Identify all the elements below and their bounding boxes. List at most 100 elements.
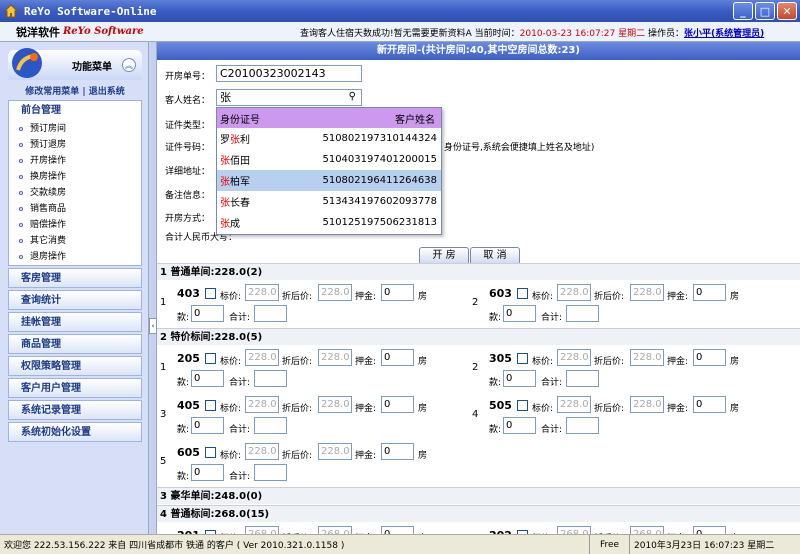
room-select-checkbox[interactable]	[517, 353, 528, 364]
front-desk-header[interactable]: 前台管理	[9, 101, 141, 121]
sidebar-group-credit[interactable]: 挂帐管理	[8, 312, 142, 332]
menu-item[interactable]: 赔偿操作	[9, 217, 141, 233]
window-title: ReYo Software-Online	[24, 4, 157, 18]
title-bar: ReYo Software-Online _ □ ✕	[0, 0, 800, 22]
operator-name[interactable]: 张小平(系统管理员)	[684, 29, 764, 39]
discount-input[interactable]: 228.0	[630, 396, 664, 413]
order-number-field[interactable]: C20100323002143	[216, 65, 362, 82]
room-fee-input[interactable]: 0	[503, 305, 536, 322]
price-input[interactable]: 228.0	[557, 349, 591, 366]
total-input[interactable]	[254, 370, 287, 387]
price-input[interactable]: 268.0	[245, 526, 279, 534]
collapse-handle-icon[interactable]: ‹	[149, 318, 157, 334]
room-fee-input[interactable]: 0	[503, 370, 536, 387]
menu-item[interactable]: 开房操作	[9, 153, 141, 169]
sidebar-group-logs[interactable]: 系统记录管理	[8, 400, 142, 420]
suggestion-row[interactable]: 张长春 513434197602093778	[217, 191, 441, 212]
deposit-input[interactable]: 0	[381, 396, 414, 413]
discount-input[interactable]: 228.0	[318, 349, 352, 366]
room-fee-input[interactable]: 0	[503, 417, 536, 434]
minimize-button[interactable]: _	[733, 2, 753, 20]
total-input[interactable]	[254, 305, 287, 322]
total-input[interactable]	[254, 464, 287, 481]
discount-input[interactable]: 228.0	[630, 349, 664, 366]
logout-link[interactable]: 退出系统	[89, 87, 125, 97]
room-cell: 4 505 标价: 228.0 折后价: 228.0 押金: 0 房款: 0 合计:	[469, 393, 779, 439]
discount-input[interactable]: 228.0	[630, 284, 664, 301]
discount-input[interactable]: 268.0	[630, 526, 664, 534]
total-input[interactable]	[566, 417, 599, 434]
quick-links: 修改常用菜单 | 退出系统	[25, 87, 125, 97]
search-icon[interactable]: ⚲	[349, 90, 356, 103]
room-select-checkbox[interactable]	[205, 447, 216, 458]
deposit-input[interactable]: 0	[381, 349, 414, 366]
room-fee-input[interactable]: 0	[191, 370, 224, 387]
room-fee-input[interactable]: 0	[191, 305, 224, 322]
sidebar-group-init[interactable]: 系统初始化设置	[8, 422, 142, 442]
deposit-input[interactable]: 0	[693, 349, 726, 366]
menu-item[interactable]: 预订退房	[9, 137, 141, 153]
total-label: 合计:	[541, 425, 563, 435]
suggestion-row[interactable]: 罗张利 510802197310144324	[217, 128, 441, 149]
price-input[interactable]: 268.0	[557, 526, 591, 534]
order-label: 开房单号：	[165, 72, 211, 82]
price-input[interactable]: 228.0	[245, 396, 279, 413]
suggestion-row[interactable]: 张成 510125197506231813	[217, 212, 441, 233]
sidebar-group-users[interactable]: 客户用户管理	[8, 378, 142, 398]
menu-item[interactable]: 其它消费	[9, 233, 141, 249]
bullet-icon	[19, 254, 23, 259]
main-content: 新开房间-(共计房间:40,其中空房间总数:23) 开房单号： C2010032…	[157, 42, 800, 534]
room-fee-input[interactable]: 0	[191, 417, 224, 434]
menu-item[interactable]: 换房操作	[9, 169, 141, 185]
price-input[interactable]: 228.0	[245, 349, 279, 366]
price-input[interactable]: 228.0	[557, 396, 591, 413]
sidebar-splitter[interactable]: ‹	[148, 42, 157, 534]
chevron-up-icon[interactable]: ︽	[122, 58, 136, 72]
menu-item[interactable]: 预订房间	[9, 121, 141, 137]
deposit-input[interactable]: 0	[381, 284, 414, 301]
sidebar-group-goods[interactable]: 商品管理	[8, 334, 142, 354]
guest-name-input[interactable]: 张 ⚲	[216, 89, 362, 106]
discount-input[interactable]: 228.0	[318, 443, 352, 460]
close-button[interactable]: ✕	[777, 2, 797, 20]
room-select-checkbox[interactable]	[205, 288, 216, 299]
room-type-header: 2 特价标间:228.0(5)	[157, 328, 800, 345]
discount-input[interactable]: 228.0	[318, 284, 352, 301]
discount-input[interactable]: 268.0	[318, 526, 352, 534]
fee-label-a: 房	[418, 404, 428, 414]
maximize-button[interactable]: □	[755, 2, 775, 20]
price-input[interactable]: 228.0	[245, 443, 279, 460]
bullet-icon	[19, 158, 23, 163]
total-input[interactable]	[566, 370, 599, 387]
edit-menu-link[interactable]: 修改常用菜单	[25, 87, 79, 97]
sidebar-group-permission[interactable]: 权限策略管理	[8, 356, 142, 376]
price-input[interactable]: 228.0	[245, 284, 279, 301]
room-select-checkbox[interactable]	[205, 353, 216, 364]
price-input[interactable]: 228.0	[557, 284, 591, 301]
menu-item[interactable]: 退房操作	[9, 249, 141, 265]
suggestion-row-selected[interactable]: 张柏军 510802196411264638	[217, 170, 441, 191]
room-fee-input[interactable]: 0	[191, 464, 224, 481]
room-select-checkbox[interactable]	[517, 400, 528, 411]
deposit-label: 押金:	[355, 451, 377, 461]
deposit-input[interactable]: 0	[381, 443, 414, 460]
suggestion-row[interactable]: 张佰田 510403197401200015	[217, 149, 441, 170]
deposit-input[interactable]: 0	[693, 284, 726, 301]
deposit-input[interactable]: 0	[381, 526, 414, 534]
fee-label-a: 房	[730, 292, 740, 302]
menu-item[interactable]: 交款续房	[9, 185, 141, 201]
room-select-checkbox[interactable]	[517, 288, 528, 299]
room-type-header: 3 豪华单间:248.0(0)	[157, 487, 800, 504]
discount-label: 折后价:	[282, 451, 313, 461]
deposit-input[interactable]: 0	[693, 396, 726, 413]
discount-input[interactable]: 228.0	[318, 396, 352, 413]
menu-item[interactable]: 销售商品	[9, 201, 141, 217]
deposit-input[interactable]: 0	[693, 526, 726, 534]
room-select-checkbox[interactable]	[205, 400, 216, 411]
sidebar-group-query[interactable]: 查询统计	[8, 290, 142, 310]
sidebar: 功能菜单 ︽ 修改常用菜单 | 退出系统 前台管理 预订房间 预订退房 开房操作…	[0, 42, 148, 534]
total-input[interactable]	[566, 305, 599, 322]
total-input[interactable]	[254, 417, 287, 434]
sidebar-group-rooms[interactable]: 客房管理	[8, 268, 142, 288]
total-label: 合计:	[229, 472, 251, 482]
